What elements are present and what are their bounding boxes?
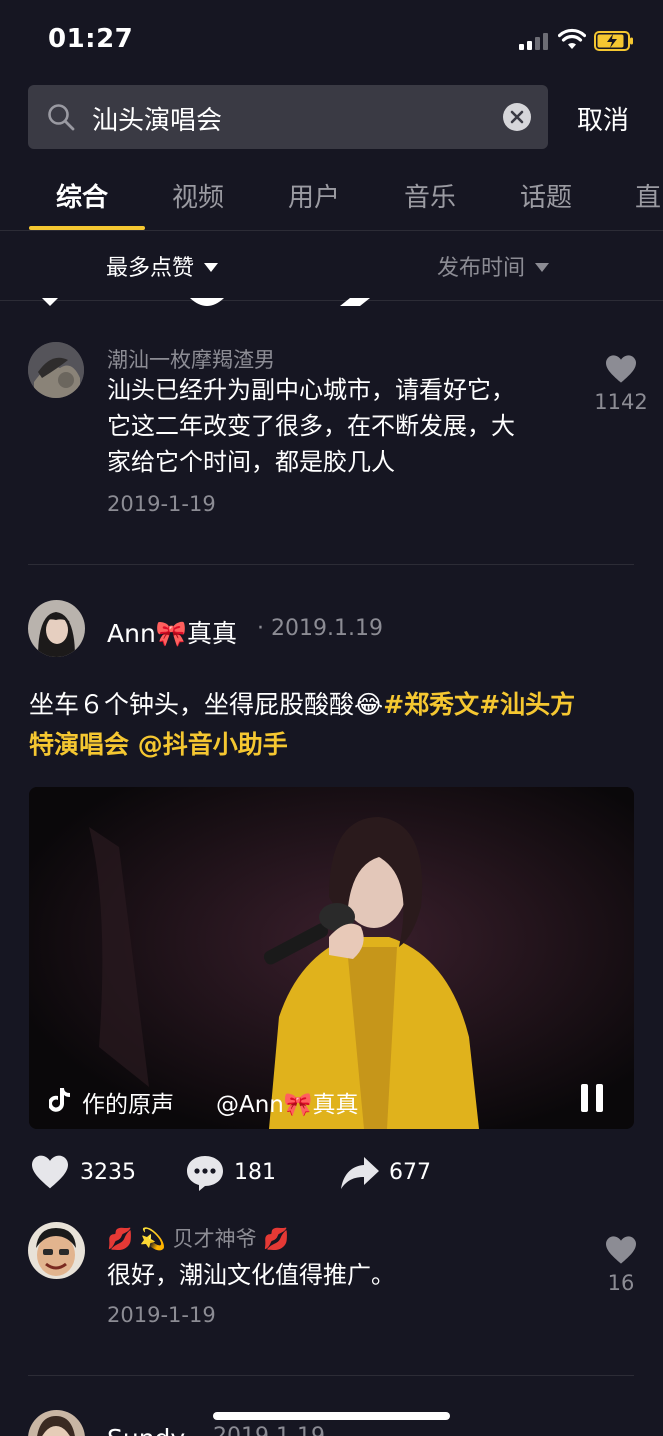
divider: [28, 1375, 634, 1376]
avatar[interactable]: [28, 1222, 85, 1279]
video-player[interactable]: 作的原声 @Ann🎀真真: [29, 787, 634, 1129]
cancel-button[interactable]: 取消: [577, 100, 629, 137]
hashtag-link[interactable]: #郑秀文: [383, 690, 479, 719]
chevron-down-icon: [204, 262, 219, 272]
tab-videos[interactable]: 视频: [172, 177, 224, 214]
share-count: 677: [389, 1160, 431, 1185]
divider: [0, 300, 663, 301]
video-frame: [29, 787, 634, 1129]
comment-item[interactable]: 潮汕一枚摩羯渣男 汕头已经升为副中心城市，请看好它， 它这二年改变了很多，在不断…: [0, 330, 663, 564]
post-date: · 2019.1.19: [257, 616, 383, 641]
caption-text: 坐车６个钟头，坐得屁股酸酸: [29, 690, 355, 719]
bow-icon: 🎀: [155, 619, 187, 648]
status-bar: 01:27: [0, 0, 663, 78]
like-count: 1142: [594, 390, 648, 414]
comment-icon: [187, 1156, 223, 1191]
comment-author[interactable]: 潮汕一枚摩羯渣男: [107, 344, 275, 374]
hashtag-link[interactable]: #汕头方: [479, 690, 575, 719]
comment-button[interactable]: 181: [185, 1152, 295, 1194]
divider: [0, 230, 663, 231]
divider: [28, 564, 634, 565]
search-input[interactable]: 汕头演唱会: [92, 100, 222, 137]
comment-author[interactable]: 💋 💫 贝才神爷 💋: [107, 1223, 289, 1253]
time-dropdown[interactable]: 发布时间: [437, 250, 550, 282]
avatar[interactable]: [28, 1410, 85, 1436]
tab-bar: 综合 视频 用户 音乐 话题 直: [0, 165, 663, 229]
tab-users[interactable]: 用户: [288, 177, 340, 214]
battery-charging-icon: [594, 31, 633, 51]
post-author-name: Ann: [107, 619, 156, 648]
signal-icon: [519, 32, 548, 50]
post-author[interactable]: Ann🎀真真: [107, 614, 237, 650]
laugh-emoji: 😂: [354, 690, 384, 719]
tab-live[interactable]: 直: [635, 177, 661, 214]
comment-date: 2019-1-19: [107, 492, 216, 516]
comment-text-line: 汕头已经升为副中心城市，请看好它，: [107, 376, 515, 404]
post-date: 2019.1.19: [213, 1424, 325, 1436]
avatar[interactable]: [28, 342, 84, 398]
post-author[interactable]: Sundy: [107, 1424, 185, 1436]
clear-icon[interactable]: [502, 102, 532, 132]
tiktok-icon: [49, 1088, 70, 1112]
music-author[interactable]: @Ann🎀真真: [216, 1085, 359, 1119]
share-button[interactable]: 677: [340, 1152, 450, 1194]
heart-icon: [42, 298, 58, 306]
avatar[interactable]: [28, 600, 85, 657]
like-count: 16: [607, 1271, 635, 1295]
heart-icon: [32, 1155, 68, 1189]
comment-text-line: 它这二年改变了很多，在不断发展，大: [107, 412, 515, 440]
comment-text: 汕头已经升为副中心城市，请看好它， 它这二年改变了很多，在不断发展，大 家给它个…: [107, 372, 577, 480]
time-label: 发布时间: [437, 256, 526, 281]
comment-date: 2019-1-19: [107, 1303, 216, 1327]
heart-icon[interactable]: [604, 1235, 638, 1265]
like-count: 3235: [80, 1160, 136, 1185]
comment-count: 181: [234, 1160, 276, 1185]
tab-topics[interactable]: 话题: [520, 177, 572, 214]
home-indicator[interactable]: [213, 1412, 450, 1420]
comment-text-line: 家给它个时间，都是胶几人: [107, 448, 395, 476]
share-icon: [341, 1157, 379, 1189]
search-icon: [48, 104, 75, 131]
tab-general[interactable]: 综合: [56, 177, 108, 214]
comment-text: 很好，潮汕文化值得推广。: [107, 1261, 395, 1289]
chevron-down-icon: [535, 262, 550, 272]
comment-icon: [190, 298, 224, 306]
post-author-name: 真真: [186, 619, 237, 648]
hashtag-link[interactable]: 特演唱会 @抖音小助手: [29, 725, 629, 765]
like-button[interactable]: 3235: [30, 1152, 140, 1194]
status-time: 01:27: [48, 24, 134, 54]
sort-dropdown[interactable]: 最多点赞: [106, 250, 219, 282]
comment-item[interactable]: 💋 💫 贝才神爷 💋 很好，潮汕文化值得推广。 2019-1-19 16: [0, 1215, 663, 1345]
wifi-icon: [558, 28, 586, 49]
post-caption: 坐车６个钟头，坐得屁股酸酸😂#郑秀文#汕头方 特演唱会 @抖音小助手: [29, 685, 629, 765]
tab-music[interactable]: 音乐: [404, 177, 456, 214]
heart-icon[interactable]: [604, 354, 638, 384]
share-icon: [340, 298, 370, 306]
music-label[interactable]: 作的原声: [82, 1085, 174, 1119]
sort-label: 最多点赞: [106, 256, 195, 281]
pause-icon[interactable]: [579, 1083, 605, 1113]
